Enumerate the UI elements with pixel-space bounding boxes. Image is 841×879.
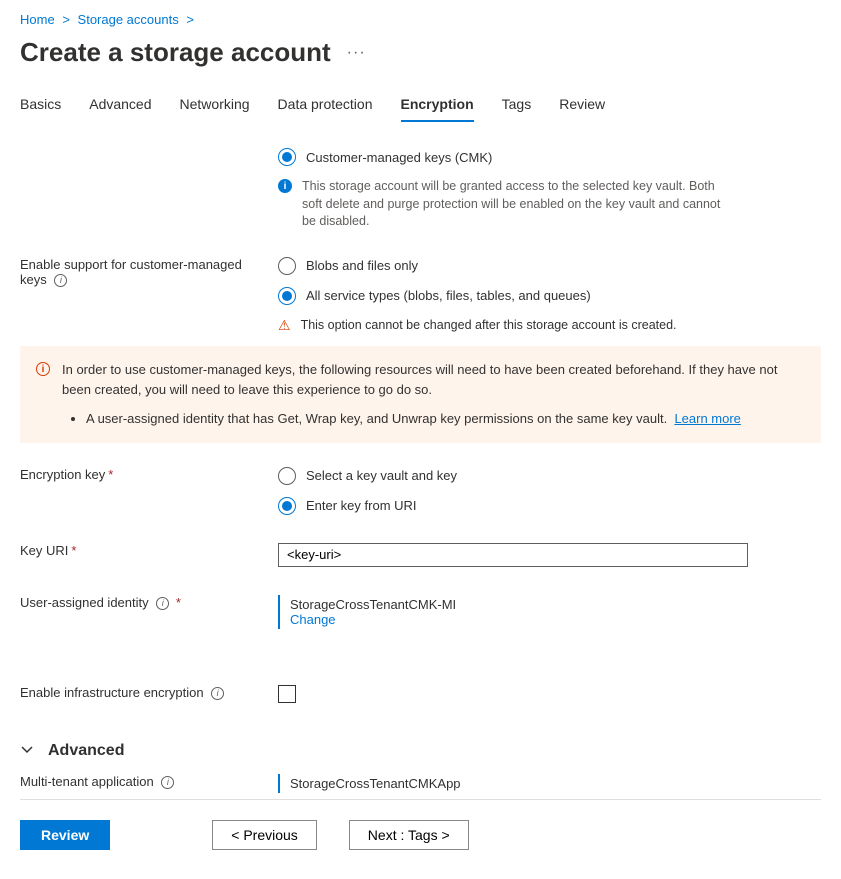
breadcrumb-home[interactable]: Home (20, 12, 55, 27)
radio-blobs-files[interactable] (278, 257, 296, 275)
radio-blobs-files-label: Blobs and files only (306, 258, 418, 273)
tab-basics[interactable]: Basics (20, 96, 61, 122)
tab-tags[interactable]: Tags (502, 96, 532, 122)
support-warning-text: This option cannot be changed after this… (301, 317, 677, 335)
user-assigned-identity-label: User-assigned identity (20, 595, 149, 610)
prerequisites-alert: i In order to use customer-managed keys,… (20, 346, 821, 443)
info-icon: i (36, 362, 50, 376)
key-uri-input[interactable] (278, 543, 748, 567)
tab-encryption[interactable]: Encryption (401, 96, 474, 122)
infrastructure-encryption-checkbox[interactable] (278, 685, 296, 703)
infrastructure-encryption-label: Enable infrastructure encryption (20, 685, 204, 700)
radio-select-keyvault[interactable] (278, 467, 296, 485)
alert-bullet: A user-assigned identity that has Get, W… (86, 411, 667, 426)
multi-tenant-app-value: StorageCrossTenantCMKApp (290, 776, 821, 791)
warning-icon: ⚠ (278, 317, 291, 334)
tab-networking[interactable]: Networking (180, 96, 250, 122)
multi-tenant-app-label: Multi-tenant application (20, 774, 154, 789)
identity-value: StorageCrossTenantCMK-MI (290, 597, 821, 612)
radio-cmk[interactable] (278, 148, 296, 166)
info-icon[interactable]: i (156, 597, 169, 610)
radio-all-services-label: All service types (blobs, files, tables,… (306, 288, 591, 303)
alert-text: In order to use customer-managed keys, t… (62, 360, 805, 399)
info-icon[interactable]: i (161, 776, 174, 789)
radio-enter-uri-label: Enter key from URI (306, 498, 417, 513)
advanced-section-title: Advanced (48, 742, 124, 760)
radio-enter-uri[interactable] (278, 497, 296, 515)
enable-cmk-support-label: Enable support for customer-managed keys (20, 257, 242, 287)
tab-review[interactable]: Review (559, 96, 605, 122)
tab-advanced[interactable]: Advanced (89, 96, 151, 122)
info-icon: i (278, 179, 292, 193)
tab-data-protection[interactable]: Data protection (278, 96, 373, 122)
next-button[interactable]: Next : Tags > (349, 820, 469, 850)
chevron-right-icon: > (62, 12, 70, 27)
radio-cmk-label: Customer-managed keys (CMK) (306, 150, 492, 165)
key-uri-label: Key URI (20, 543, 68, 558)
radio-all-services[interactable] (278, 287, 296, 305)
review-button[interactable]: Review (20, 820, 110, 850)
breadcrumb-storage-accounts[interactable]: Storage accounts (78, 12, 179, 27)
more-options-icon[interactable]: ··· (347, 44, 366, 62)
learn-more-link[interactable]: Learn more (674, 411, 740, 426)
page-title: Create a storage account (20, 37, 331, 68)
change-identity-link[interactable]: Change (290, 612, 821, 627)
breadcrumb: Home > Storage accounts > (20, 8, 821, 37)
cmk-info-text: This storage account will be granted acc… (302, 178, 722, 231)
radio-select-keyvault-label: Select a key vault and key (306, 468, 457, 483)
encryption-key-label: Encryption key (20, 467, 105, 482)
previous-button[interactable]: < Previous (212, 820, 317, 850)
info-icon[interactable]: i (54, 274, 67, 287)
chevron-right-icon: > (186, 12, 194, 27)
info-icon[interactable]: i (211, 687, 224, 700)
chevron-down-icon[interactable] (20, 742, 34, 759)
tab-list: Basics Advanced Networking Data protecti… (20, 96, 821, 122)
